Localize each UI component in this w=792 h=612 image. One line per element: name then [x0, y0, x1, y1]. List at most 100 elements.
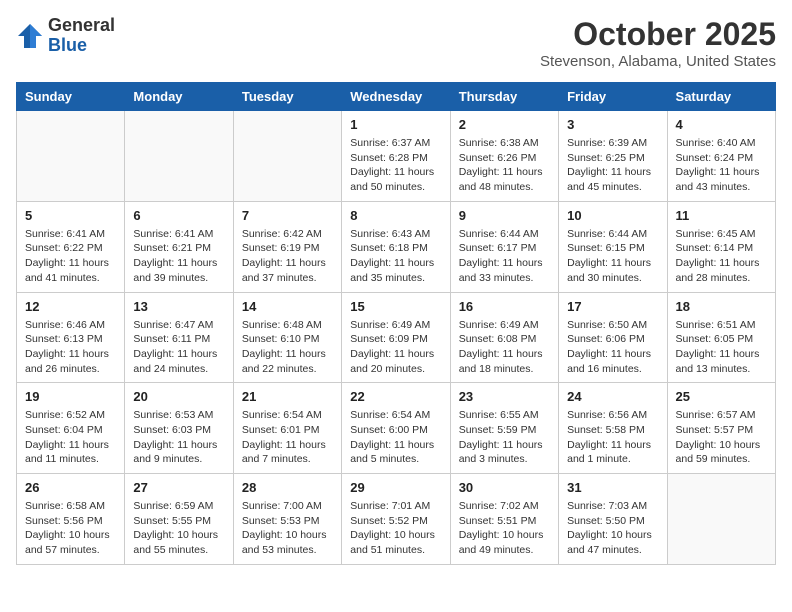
calendar-cell: 30 Sunrise: 7:02 AM Sunset: 5:51 PM Dayli…: [450, 474, 558, 565]
calendar-table: SundayMondayTuesdayWednesdayThursdayFrid…: [16, 82, 776, 565]
calendar-cell: 28 Sunrise: 7:00 AM Sunset: 5:53 PM Dayli…: [233, 474, 341, 565]
day-info: Sunrise: 6:44 AM Sunset: 6:17 PM Dayligh…: [459, 227, 550, 286]
calendar-cell: 19Sunrise: 6:52 AM Sunset: 6:04 PM Dayli…: [17, 383, 125, 474]
day-number: 30: [459, 480, 550, 495]
day-number: 22: [350, 389, 441, 404]
weekday-header-thursday: Thursday: [450, 83, 558, 111]
day-info: Sunrise: 6:44 AM Sunset: 6:15 PM Dayligh…: [567, 227, 658, 286]
calendar-cell: 31Sunrise: 7:03 AM Sunset: 5:50 PM Dayli…: [559, 474, 667, 565]
day-number: 6: [133, 208, 224, 223]
calendar-cell: 4 Sunrise: 6:40 AM Sunset: 6:24 PM Daylig…: [667, 111, 775, 202]
calendar-cell: 10Sunrise: 6:44 AM Sunset: 6:15 PM Dayli…: [559, 201, 667, 292]
calendar-cell: 9 Sunrise: 6:44 AM Sunset: 6:17 PM Daylig…: [450, 201, 558, 292]
day-number: 18: [676, 299, 767, 314]
calendar-cell: 29Sunrise: 7:01 AM Sunset: 5:52 PM Dayli…: [342, 474, 450, 565]
day-number: 20: [133, 389, 224, 404]
day-info: Sunrise: 6:42 AM Sunset: 6:19 PM Dayligh…: [242, 227, 333, 286]
calendar-body: 1 Sunrise: 6:37 AM Sunset: 6:28 PM Daylig…: [17, 111, 776, 565]
day-number: 17: [567, 299, 658, 314]
logo-icon: [16, 22, 44, 50]
calendar-cell: 25Sunrise: 6:57 AM Sunset: 5:57 PM Dayli…: [667, 383, 775, 474]
day-number: 25: [676, 389, 767, 404]
day-number: 7: [242, 208, 333, 223]
day-info: Sunrise: 6:41 AM Sunset: 6:21 PM Dayligh…: [133, 227, 224, 286]
calendar-cell: 3 Sunrise: 6:39 AM Sunset: 6:25 PM Daylig…: [559, 111, 667, 202]
day-info: Sunrise: 6:39 AM Sunset: 6:25 PM Dayligh…: [567, 136, 658, 195]
day-number: 1: [350, 117, 441, 132]
calendar-cell: 2Sunrise: 6:38 AM Sunset: 6:26 PM Daylig…: [450, 111, 558, 202]
calendar-cell: [233, 111, 341, 202]
calendar-week-5: 26 Sunrise: 6:58 AM Sunset: 5:56 PM Dayli…: [17, 474, 776, 565]
day-info: Sunrise: 6:41 AM Sunset: 6:22 PM Dayligh…: [25, 227, 116, 286]
day-info: Sunrise: 6:37 AM Sunset: 6:28 PM Dayligh…: [350, 136, 441, 195]
day-info: Sunrise: 6:38 AM Sunset: 6:26 PM Dayligh…: [459, 136, 550, 195]
day-number: 21: [242, 389, 333, 404]
day-number: 4: [676, 117, 767, 132]
weekday-header-friday: Friday: [559, 83, 667, 111]
calendar-cell: 14Sunrise: 6:48 AM Sunset: 6:10 PM Dayli…: [233, 292, 341, 383]
day-number: 14: [242, 299, 333, 314]
month-title: October 2025: [540, 16, 776, 53]
day-number: 27: [133, 480, 224, 495]
calendar-week-2: 5Sunrise: 6:41 AM Sunset: 6:22 PM Daylig…: [17, 201, 776, 292]
day-info: Sunrise: 6:56 AM Sunset: 5:58 PM Dayligh…: [567, 408, 658, 467]
day-number: 9: [459, 208, 550, 223]
day-info: Sunrise: 7:01 AM Sunset: 5:52 PM Dayligh…: [350, 499, 441, 558]
day-info: Sunrise: 6:49 AM Sunset: 6:08 PM Dayligh…: [459, 318, 550, 377]
weekday-header-sunday: Sunday: [17, 83, 125, 111]
logo: General Blue: [16, 16, 115, 56]
calendar-cell: 11Sunrise: 6:45 AM Sunset: 6:14 PM Dayli…: [667, 201, 775, 292]
day-info: Sunrise: 6:54 AM Sunset: 6:00 PM Dayligh…: [350, 408, 441, 467]
day-info: Sunrise: 6:47 AM Sunset: 6:11 PM Dayligh…: [133, 318, 224, 377]
day-number: 3: [567, 117, 658, 132]
weekday-header-saturday: Saturday: [667, 83, 775, 111]
calendar-header: SundayMondayTuesdayWednesdayThursdayFrid…: [17, 83, 776, 111]
day-info: Sunrise: 6:58 AM Sunset: 5:56 PM Dayligh…: [25, 499, 116, 558]
day-number: 28: [242, 480, 333, 495]
title-section: October 2025 Stevenson, Alabama, United …: [540, 16, 776, 70]
day-number: 24: [567, 389, 658, 404]
calendar-week-4: 19Sunrise: 6:52 AM Sunset: 6:04 PM Dayli…: [17, 383, 776, 474]
day-number: 15: [350, 299, 441, 314]
day-info: Sunrise: 7:02 AM Sunset: 5:51 PM Dayligh…: [459, 499, 550, 558]
day-info: Sunrise: 6:43 AM Sunset: 6:18 PM Dayligh…: [350, 227, 441, 286]
calendar-week-3: 12Sunrise: 6:46 AM Sunset: 6:13 PM Dayli…: [17, 292, 776, 383]
weekday-header-tuesday: Tuesday: [233, 83, 341, 111]
day-info: Sunrise: 6:40 AM Sunset: 6:24 PM Dayligh…: [676, 136, 767, 195]
weekday-header-row: SundayMondayTuesdayWednesdayThursdayFrid…: [17, 83, 776, 111]
day-info: Sunrise: 7:00 AM Sunset: 5:53 PM Dayligh…: [242, 499, 333, 558]
day-number: 26: [25, 480, 116, 495]
calendar-cell: 26 Sunrise: 6:58 AM Sunset: 5:56 PM Dayli…: [17, 474, 125, 565]
calendar-cell: 22 Sunrise: 6:54 AM Sunset: 6:00 PM Dayli…: [342, 383, 450, 474]
day-info: Sunrise: 6:51 AM Sunset: 6:05 PM Dayligh…: [676, 318, 767, 377]
calendar-cell: [17, 111, 125, 202]
day-info: Sunrise: 6:54 AM Sunset: 6:01 PM Dayligh…: [242, 408, 333, 467]
calendar-cell: 21 Sunrise: 6:54 AM Sunset: 6:01 PM Dayli…: [233, 383, 341, 474]
calendar-cell: 20Sunrise: 6:53 AM Sunset: 6:03 PM Dayli…: [125, 383, 233, 474]
location-text: Stevenson, Alabama, United States: [540, 53, 776, 70]
calendar-cell: 8 Sunrise: 6:43 AM Sunset: 6:18 PM Daylig…: [342, 201, 450, 292]
calendar-cell: 12Sunrise: 6:46 AM Sunset: 6:13 PM Dayli…: [17, 292, 125, 383]
day-number: 16: [459, 299, 550, 314]
day-info: Sunrise: 6:46 AM Sunset: 6:13 PM Dayligh…: [25, 318, 116, 377]
day-number: 11: [676, 208, 767, 223]
day-info: Sunrise: 6:49 AM Sunset: 6:09 PM Dayligh…: [350, 318, 441, 377]
calendar-cell: 6 Sunrise: 6:41 AM Sunset: 6:21 PM Daylig…: [125, 201, 233, 292]
calendar-cell: 23Sunrise: 6:55 AM Sunset: 5:59 PM Dayli…: [450, 383, 558, 474]
day-info: Sunrise: 6:55 AM Sunset: 5:59 PM Dayligh…: [459, 408, 550, 467]
day-number: 8: [350, 208, 441, 223]
calendar-cell: 27Sunrise: 6:59 AM Sunset: 5:55 PM Dayli…: [125, 474, 233, 565]
calendar-cell: 7 Sunrise: 6:42 AM Sunset: 6:19 PM Daylig…: [233, 201, 341, 292]
calendar-week-1: 1 Sunrise: 6:37 AM Sunset: 6:28 PM Daylig…: [17, 111, 776, 202]
calendar-cell: 16 Sunrise: 6:49 AM Sunset: 6:08 PM Dayli…: [450, 292, 558, 383]
logo-blue-text: Blue: [48, 36, 115, 56]
weekday-header-wednesday: Wednesday: [342, 83, 450, 111]
day-number: 31: [567, 480, 658, 495]
day-number: 19: [25, 389, 116, 404]
calendar-cell: 24 Sunrise: 6:56 AM Sunset: 5:58 PM Dayli…: [559, 383, 667, 474]
calendar-cell: 18 Sunrise: 6:51 AM Sunset: 6:05 PM Dayli…: [667, 292, 775, 383]
weekday-header-monday: Monday: [125, 83, 233, 111]
calendar-cell: 1 Sunrise: 6:37 AM Sunset: 6:28 PM Daylig…: [342, 111, 450, 202]
day-info: Sunrise: 6:50 AM Sunset: 6:06 PM Dayligh…: [567, 318, 658, 377]
calendar-cell: 13Sunrise: 6:47 AM Sunset: 6:11 PM Dayli…: [125, 292, 233, 383]
